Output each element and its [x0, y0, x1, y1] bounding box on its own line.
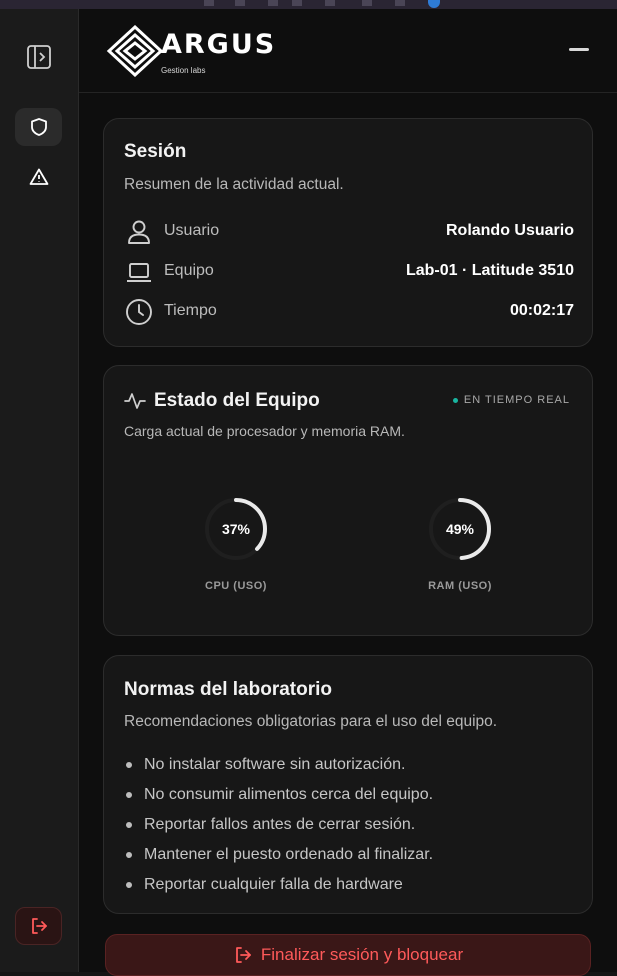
- finish-session-button[interactable]: Finalizar sesión y bloquear: [105, 934, 591, 976]
- time-value: 00:02:17: [509, 302, 574, 319]
- rule-item: No instalar software sin autorización.: [124, 754, 574, 784]
- device-label: Equipo: [164, 262, 214, 279]
- window-top-strip: [0, 0, 617, 9]
- rules-subtitle: Recomendaciones obligatorias para el uso…: [124, 713, 498, 730]
- live-indicator: EN TIEMPO REAL: [452, 394, 570, 406]
- laptop-icon: [127, 263, 151, 282]
- toolbar-glyph: [235, 0, 245, 6]
- toolbar-glyph: [395, 0, 405, 6]
- time-label: Tiempo: [164, 302, 217, 319]
- rule-item: Reportar fallos antes de cerrar sesión.: [124, 814, 574, 844]
- ram-percent: 49%: [445, 521, 475, 537]
- shield-icon: [30, 118, 47, 136]
- main-panel: ARGUS Gestion labs Sesión Resumen de la …: [79, 9, 617, 976]
- cpu-label: CPU (USO): [205, 580, 267, 592]
- user-label: Usuario: [164, 222, 220, 239]
- toolbar-glyph: [362, 0, 372, 6]
- status-title: Estado del Equipo: [154, 390, 320, 411]
- app-header: ARGUS Gestion labs: [79, 9, 617, 93]
- rules-title: Normas del laboratorio: [124, 679, 332, 700]
- live-dot: [452, 397, 458, 403]
- ram-label: RAM (USO): [428, 580, 492, 592]
- lab-rules-card: Normas del laboratorio Recomendaciones o…: [103, 655, 593, 914]
- sidebar-item-alerts[interactable]: [15, 158, 62, 196]
- minimize-button[interactable]: [569, 48, 589, 51]
- session-row-device: Equipo Lab-01 · Latitude 3510: [124, 257, 574, 287]
- rule-item: Mantener el puesto ordenado al finalizar…: [124, 844, 574, 874]
- rules-scroll-area[interactable]: Normas del laboratorio Recomendaciones o…: [104, 656, 594, 894]
- logout-icon: [235, 947, 251, 963]
- toolbar-glyph: [268, 0, 278, 6]
- sidebar-item-session[interactable]: [15, 108, 62, 146]
- toolbar-glyph: [204, 0, 214, 6]
- warning-icon: [29, 168, 48, 185]
- logout-icon: [31, 918, 47, 934]
- cpu-gauge: 37% CPU (USO): [176, 496, 296, 626]
- session-row-time: Tiempo 00:02:17: [124, 297, 574, 327]
- brand-subtitle: Gestion labs: [161, 66, 206, 75]
- user-icon: [128, 220, 150, 244]
- status-subtitle: Carga actual de procesador y memoria RAM…: [124, 423, 405, 439]
- ram-gauge: 49% RAM (USO): [400, 496, 520, 626]
- session-subtitle: Resumen de la actividad actual.: [124, 176, 344, 193]
- rule-item: No consumir alimentos cerca del equipo.: [124, 784, 574, 814]
- user-value: Rolando Usuario: [445, 222, 574, 239]
- session-title: Sesión: [124, 141, 187, 162]
- sidebar-logout-button[interactable]: [15, 907, 62, 945]
- toolbar-glyph: [325, 0, 335, 6]
- brand-name: ARGUS: [161, 29, 277, 60]
- panel-toggle-icon: [26, 45, 51, 69]
- sidebar-toggle-button[interactable]: [15, 38, 62, 76]
- device-value: Lab-01 · Latitude 3510: [405, 262, 574, 279]
- cpu-percent: 37%: [221, 521, 251, 537]
- rule-item: Reportar cualquier falla de hardware: [124, 874, 574, 894]
- session-card: Sesión Resumen de la actividad actual. U…: [103, 118, 593, 347]
- rules-list: No instalar software sin autorización. N…: [124, 754, 574, 894]
- activity-icon: [124, 393, 146, 409]
- sidebar: [0, 9, 79, 972]
- toolbar-glyph: [292, 0, 302, 6]
- finish-session-label: Finalizar sesión y bloquear: [260, 945, 464, 964]
- clock-icon: [126, 299, 152, 325]
- live-label: EN TIEMPO REAL: [463, 394, 570, 406]
- profile-badge: [428, 0, 440, 8]
- device-status-card: Estado del Equipo EN TIEMPO REAL Carga a…: [103, 365, 593, 636]
- session-row-user: Usuario Rolando Usuario: [124, 217, 574, 247]
